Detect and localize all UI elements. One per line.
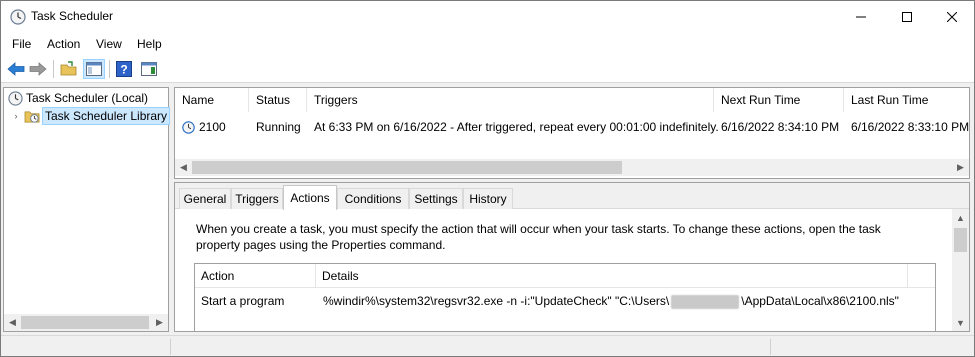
task-last-run: 6/16/2022 8:33:10 PM <box>851 120 970 134</box>
clock-icon <box>6 90 24 106</box>
column-header-last-run[interactable]: Last Run Time <box>844 88 969 112</box>
task-list-pane: Name Status Triggers Next Run Time Last … <box>174 87 970 179</box>
forward-arrow-icon[interactable] <box>27 59 49 79</box>
task-list-horizontal-scrollbar[interactable]: ◀ ▶ <box>175 159 969 176</box>
maximize-button[interactable] <box>884 1 930 33</box>
status-segment <box>171 339 771 355</box>
scroll-thumb[interactable] <box>954 228 967 252</box>
tab-settings[interactable]: Settings <box>409 188 463 209</box>
menu-view[interactable]: View <box>96 37 122 51</box>
column-header-next-run[interactable]: Next Run Time <box>714 88 844 112</box>
task-status: Running <box>256 120 301 134</box>
chevron-right-icon[interactable]: › <box>10 111 22 121</box>
toolbar-separator <box>53 60 54 78</box>
column-header-status[interactable]: Status <box>249 88 307 112</box>
task-scheduler-window: Task Scheduler File Action View Help ? T… <box>0 0 975 357</box>
title-bar[interactable]: Task Scheduler <box>1 1 974 33</box>
back-arrow-icon[interactable] <box>5 59 27 79</box>
menu-bar: File Action View Help <box>1 33 974 55</box>
minimize-button[interactable] <box>838 1 884 33</box>
clock-icon <box>10 9 26 25</box>
actions-table-header: Action Details <box>195 264 935 288</box>
tree-item-library[interactable]: › Task Scheduler Library <box>10 107 171 125</box>
column-header-details[interactable]: Details <box>316 264 908 288</box>
scroll-up-icon[interactable]: ▲ <box>952 209 969 226</box>
clock-icon <box>182 116 195 138</box>
action-details-prefix: %windir%\system32\regsvr32.exe -n -i:"Up… <box>323 294 670 308</box>
scroll-right-icon[interactable]: ▶ <box>952 159 969 176</box>
status-bar <box>1 335 974 356</box>
show-action-pane-icon[interactable] <box>138 59 160 79</box>
menu-action[interactable]: Action <box>47 37 80 51</box>
tree-item-label: Task Scheduler (Local) <box>26 91 149 105</box>
task-next-run: 6/16/2022 8:34:10 PM <box>721 120 840 134</box>
action-details: %windir%\system32\regsvr32.exe -n -i:"Up… <box>323 294 899 309</box>
scroll-down-icon[interactable]: ▼ <box>952 314 969 331</box>
scroll-left-icon[interactable]: ◀ <box>4 314 21 331</box>
task-triggers: At 6:33 PM on 6/16/2022 - After triggere… <box>314 120 719 134</box>
close-button[interactable] <box>929 1 974 33</box>
help-icon[interactable]: ? <box>113 59 135 79</box>
window-title: Task Scheduler <box>31 9 114 23</box>
tab-strip: General Triggers Actions Conditions Sett… <box>175 183 969 210</box>
tab-general[interactable]: General <box>179 188 231 209</box>
scroll-thumb[interactable] <box>21 316 149 329</box>
tab-history[interactable]: History <box>463 188 513 209</box>
description-line: property pages using the Properties comm… <box>196 238 446 252</box>
tree-item-label: Task Scheduler Library <box>42 107 171 125</box>
status-segment <box>1 339 171 355</box>
action-type: Start a program <box>201 294 285 308</box>
toolbar: ? <box>1 55 974 83</box>
toolbar-separator <box>109 60 110 78</box>
open-folder-icon[interactable] <box>58 59 80 79</box>
console-tree-pane: Task Scheduler (Local) › Task Scheduler … <box>3 87 171 332</box>
folder-clock-icon <box>22 109 42 124</box>
description-line: When you create a task, you must specify… <box>196 222 881 236</box>
svg-text:?: ? <box>120 63 127 77</box>
column-header-action[interactable]: Action <box>195 264 316 288</box>
scroll-thumb[interactable] <box>192 161 622 174</box>
action-details-suffix: \AppData\Local\x86\2100.nls" <box>741 294 899 308</box>
column-header-triggers[interactable]: Triggers <box>307 88 714 112</box>
column-header-name[interactable]: Name <box>175 88 249 112</box>
tab-conditions[interactable]: Conditions <box>337 188 409 209</box>
show-hide-console-tree-icon[interactable] <box>83 59 105 79</box>
task-detail-pane: General Triggers Actions Conditions Sett… <box>174 182 970 332</box>
menu-help[interactable]: Help <box>137 37 162 51</box>
redacted-username <box>671 294 740 309</box>
actions-table: Action Details Start a program %windir%\… <box>194 263 936 331</box>
tab-actions[interactable]: Actions <box>283 185 337 210</box>
actions-description: When you create a task, you must specify… <box>196 221 936 253</box>
detail-vertical-scrollbar[interactable]: ▲ ▼ <box>952 209 969 331</box>
task-name: 2100 <box>199 120 226 134</box>
tree-horizontal-scrollbar[interactable]: ◀ ▶ <box>4 314 168 331</box>
tree-item-local[interactable]: Task Scheduler (Local) <box>6 89 150 107</box>
tab-triggers[interactable]: Triggers <box>231 188 283 209</box>
scroll-left-icon[interactable]: ◀ <box>175 159 192 176</box>
scroll-right-icon[interactable]: ▶ <box>151 314 168 331</box>
menu-file[interactable]: File <box>12 37 31 51</box>
